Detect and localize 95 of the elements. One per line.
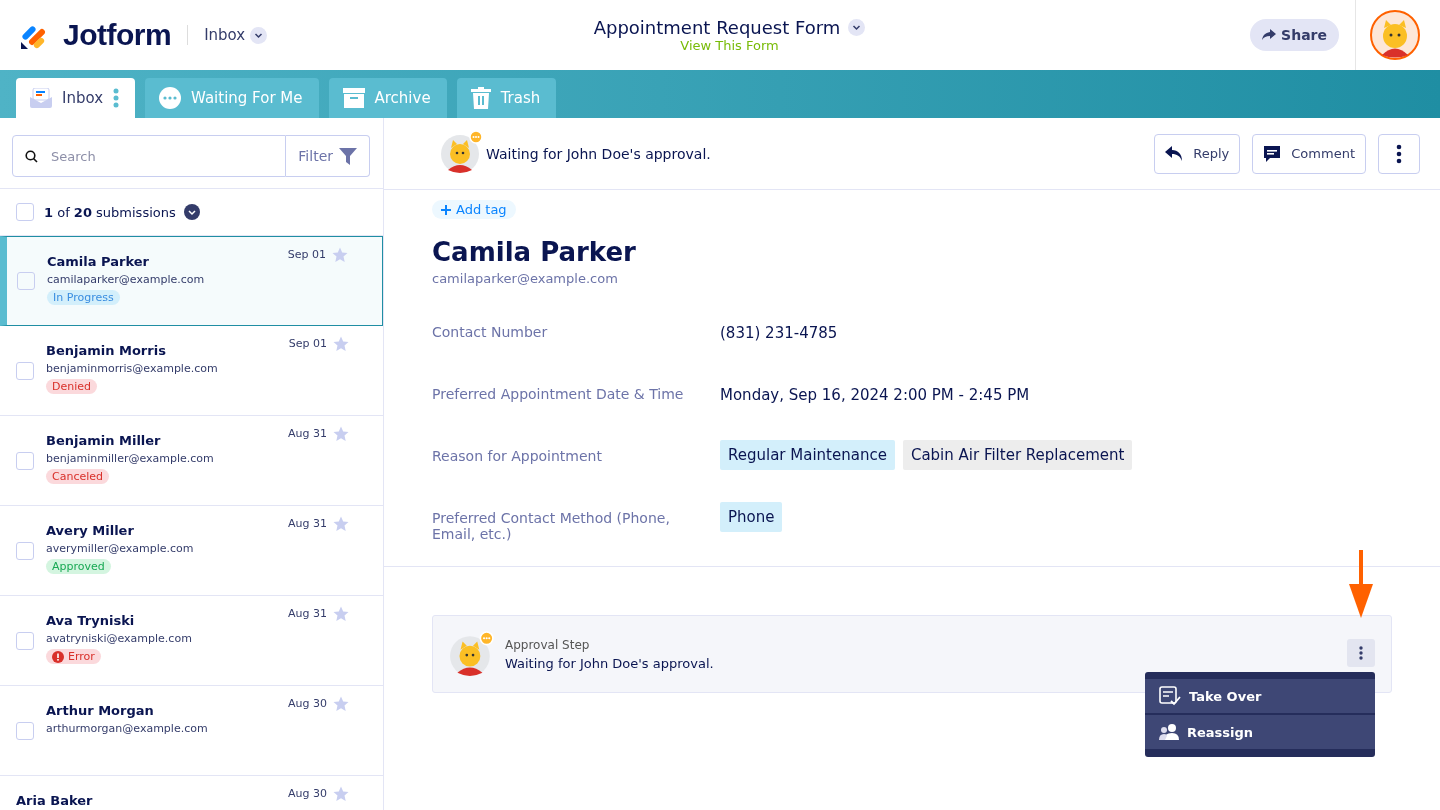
- filter-button[interactable]: Filter: [286, 135, 370, 177]
- submission-item[interactable]: Aria Baker Aug 30: [0, 776, 383, 810]
- answer-tag: Phone: [720, 502, 783, 532]
- submission-date: Aug 31: [288, 427, 327, 440]
- menu-item[interactable]: Reassign: [1145, 715, 1375, 749]
- approval-status-text: Waiting for John Doe's approval.: [486, 145, 711, 162]
- select-all-checkbox[interactable]: [16, 203, 34, 221]
- submission-date: Aug 30: [288, 787, 327, 800]
- answer-tag: Regular Maintenance: [720, 440, 895, 470]
- more-vertical-icon: [1396, 143, 1402, 164]
- submitter-email: averymiller@example.com: [46, 542, 194, 555]
- submission-item[interactable]: Arthur Morgan arthurmorgan@example.com Aug 30: [0, 686, 383, 776]
- share-button[interactable]: Share: [1250, 19, 1339, 51]
- star-icon[interactable]: [333, 786, 349, 802]
- more-vertical-icon[interactable]: [113, 88, 120, 108]
- comment-button[interactable]: Comment: [1252, 133, 1366, 174]
- submission-item[interactable]: Avery Miller averymiller@example.com Approved Aug 31: [0, 506, 383, 596]
- form-title-dropdown[interactable]: Appointment Request Form: [593, 17, 866, 38]
- field-label: Preferred Contact Method (Phone, Email, etc.): [432, 510, 671, 542]
- submitter-email: camilaparker@example.com: [432, 271, 619, 286]
- more-options-button[interactable]: [1378, 133, 1420, 174]
- checkbox[interactable]: [16, 721, 34, 740]
- submission-item[interactable]: Benjamin Morris benjaminmorris@example.com Denied Sep 01: [0, 326, 383, 416]
- status-tag: Error: [46, 649, 101, 664]
- avatar-icon: [449, 631, 495, 677]
- inbox-dropdown[interactable]: Inbox: [204, 26, 268, 44]
- archive-box-icon: [342, 88, 365, 108]
- field-label: Reason for Appointment: [432, 448, 603, 464]
- field-value: (831) 231-4785: [720, 324, 838, 342]
- submitter-email: benjaminmorris@example.com: [46, 362, 218, 375]
- submission-item[interactable]: Benjamin Miller benjaminmiller@example.com Canceled Aug 31: [0, 416, 383, 506]
- submitter-email: benjaminmiller@example.com: [46, 452, 214, 465]
- checkbox[interactable]: [16, 451, 34, 470]
- more-horizontal-icon: [159, 87, 182, 109]
- submission-count: 1 of 20 submissions: [44, 204, 176, 220]
- checkbox[interactable]: [17, 272, 35, 290]
- star-icon[interactable]: [333, 516, 349, 532]
- submission-date: Sep 01: [287, 248, 326, 261]
- submitter-name: Camila Parker: [47, 254, 149, 269]
- approval-step-title: Approval Step: [505, 637, 591, 652]
- submitter-email: camilaparker@example.com: [47, 273, 205, 286]
- share-arrow-icon: [1262, 29, 1277, 41]
- annotation-arrow: [1349, 550, 1373, 618]
- submitter-name: Avery Miller: [46, 523, 134, 538]
- funnel-icon: [339, 147, 357, 165]
- checkbox[interactable]: [16, 361, 34, 380]
- menu-item[interactable]: Take Over: [1145, 679, 1375, 713]
- submission-date: Aug 30: [288, 697, 327, 710]
- submission-date: Aug 31: [288, 607, 327, 620]
- star-icon[interactable]: [332, 247, 348, 263]
- trash-icon: [470, 87, 491, 109]
- field-value: Monday, Sep 16, 2024 2:00 PM - 2:45 PM: [720, 386, 1030, 404]
- star-icon[interactable]: [333, 336, 349, 352]
- search-field[interactable]: Search: [12, 135, 287, 177]
- answer-tag: Cabin Air Filter Replacement: [902, 440, 1133, 470]
- submission-item[interactable]: Camila Parker camilaparker@example.com In Progress Sep 01: [0, 236, 383, 326]
- avatar-icon[interactable]: [1370, 10, 1420, 60]
- comment-icon: [1263, 144, 1282, 163]
- more-vertical-icon: [1359, 646, 1363, 660]
- submitter-name: Benjamin Miller: [46, 433, 161, 448]
- star-icon[interactable]: [333, 696, 349, 712]
- submitter-email: arthurmorgan@example.com: [46, 722, 208, 735]
- chevron-down-icon[interactable]: [183, 204, 200, 220]
- reply-button[interactable]: Reply: [1154, 133, 1241, 174]
- submitter-name-heading: Camila Parker: [432, 237, 637, 267]
- chevron-down-icon: [848, 19, 866, 36]
- submitter-email: avatryniski@example.com: [46, 632, 192, 645]
- tab[interactable]: Inbox: [16, 78, 136, 118]
- submitter-name: Aria Baker: [16, 793, 93, 808]
- document-check-icon: [1159, 686, 1181, 706]
- checkbox[interactable]: [16, 631, 34, 650]
- plus-icon: [441, 204, 451, 215]
- submitter-name: Benjamin Morris: [46, 343, 166, 358]
- status-tag: Denied: [46, 379, 97, 394]
- error-icon: [52, 650, 64, 663]
- chevron-down-icon: [250, 26, 268, 44]
- submitter-name: Arthur Morgan: [46, 703, 154, 718]
- field-label: Contact Number: [432, 324, 549, 340]
- star-icon[interactable]: [333, 606, 349, 622]
- inbox-icon: [30, 88, 52, 108]
- people-icon: [1159, 724, 1179, 740]
- submission-item[interactable]: Ava Tryniski avatryniski@example.com Error Aug 31: [0, 596, 383, 686]
- checkbox[interactable]: [16, 541, 34, 560]
- avatar-icon: [440, 129, 484, 174]
- status-tag: Canceled: [46, 469, 109, 484]
- star-icon[interactable]: [333, 426, 349, 442]
- field-label: Preferred Appointment Date & Time: [432, 386, 685, 402]
- submission-date: Sep 01: [288, 337, 327, 350]
- reply-arrow-icon: [1165, 145, 1184, 162]
- submitter-name: Ava Tryniski: [46, 613, 135, 628]
- status-tag: Approved: [46, 559, 111, 574]
- logo-text: Jotform: [63, 18, 172, 52]
- approval-step-text: Waiting for John Doe's approval.: [505, 655, 714, 671]
- submission-date: Aug 31: [288, 517, 327, 530]
- status-tag: In Progress: [47, 290, 120, 305]
